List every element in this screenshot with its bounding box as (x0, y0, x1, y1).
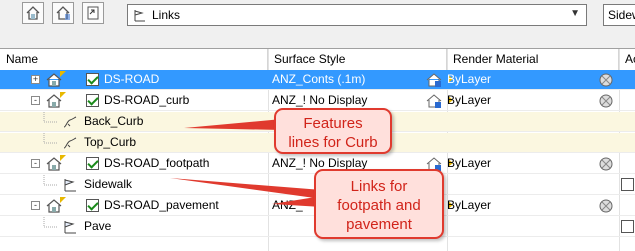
material-browse-icon[interactable] (598, 72, 614, 91)
sidewalk-button[interactable]: Sidew (603, 4, 635, 26)
visibility-checkbox[interactable] (86, 199, 99, 212)
link-icon (62, 177, 78, 196)
surface-name[interactable]: DS-ROAD (104, 70, 159, 90)
surface-icon (46, 71, 66, 91)
chevron-down-icon[interactable]: ▼ (570, 8, 580, 19)
tree-connector (40, 217, 60, 240)
render-material-value[interactable]: ByLayer (447, 196, 491, 216)
feature-line-name[interactable]: Top_Curb (84, 133, 136, 153)
visibility-checkbox[interactable] (86, 94, 99, 107)
tree-connector (40, 175, 60, 198)
collapse-icon[interactable]: - (31, 201, 40, 210)
render-material-value[interactable]: ByLayer (447, 70, 491, 90)
link-icon (62, 219, 78, 238)
link-checkbox[interactable] (621, 220, 634, 233)
features-callout: Features lines for Curb (274, 108, 392, 154)
feature-line-icon (62, 135, 78, 154)
surface-icon (46, 155, 66, 175)
render-material-value[interactable]: ByLayer (447, 91, 491, 111)
render-material-value[interactable]: ByLayer (447, 154, 491, 174)
column-header-surface-style[interactable]: Surface Style (268, 49, 447, 70)
surface-name[interactable]: DS-ROAD_curb (104, 91, 189, 111)
feature-line-icon (62, 114, 78, 133)
surface-icon (46, 197, 66, 217)
visibility-checkbox[interactable] (86, 73, 99, 86)
surface-icon (46, 92, 66, 112)
material-browse-icon[interactable] (598, 93, 614, 112)
material-browse-icon[interactable] (598, 156, 614, 175)
column-header-extra[interactable]: Ac (619, 49, 635, 70)
collapse-icon[interactable]: - (31, 96, 40, 105)
grid-header: Name Surface Style Render Material Ac (0, 49, 635, 71)
table-row[interactable]: + DS-ROAD ANZ_Conts (.1m) ByLayer (0, 70, 635, 90)
link-name[interactable]: Pave (84, 217, 111, 237)
toolbar: Links ▼ Sidew (0, 0, 635, 34)
links-callout: Links for footpath and pavement (314, 169, 444, 239)
tree-connector (40, 112, 60, 135)
feature-line-name[interactable]: Back_Curb (84, 112, 143, 132)
house-pencil-icon[interactable] (22, 2, 44, 24)
export-icon[interactable] (82, 2, 104, 24)
surface-style-value[interactable]: ANZ_Conts (.1m) (272, 70, 422, 90)
dropdown-value: Links (152, 8, 181, 22)
tree-connector (40, 133, 60, 156)
surface-name[interactable]: DS-ROAD_pavement (104, 196, 219, 216)
expand-icon[interactable]: + (31, 75, 40, 84)
column-header-name[interactable]: Name (0, 49, 268, 70)
column-header-render-material[interactable]: Render Material (447, 49, 619, 70)
style-edit-icon[interactable] (426, 72, 442, 91)
surface-name[interactable]: DS-ROAD_footpath (104, 154, 209, 174)
link-name[interactable]: Sidewalk (84, 175, 132, 195)
collapse-icon[interactable]: - (31, 159, 40, 168)
style-edit-icon[interactable] (426, 93, 442, 112)
link-icon (134, 10, 145, 22)
material-browse-icon[interactable] (598, 198, 614, 217)
visibility-checkbox[interactable] (86, 157, 99, 170)
link-type-dropdown[interactable]: Links ▼ (127, 4, 587, 26)
link-checkbox[interactable] (621, 178, 634, 191)
house-list-icon[interactable] (52, 2, 74, 24)
